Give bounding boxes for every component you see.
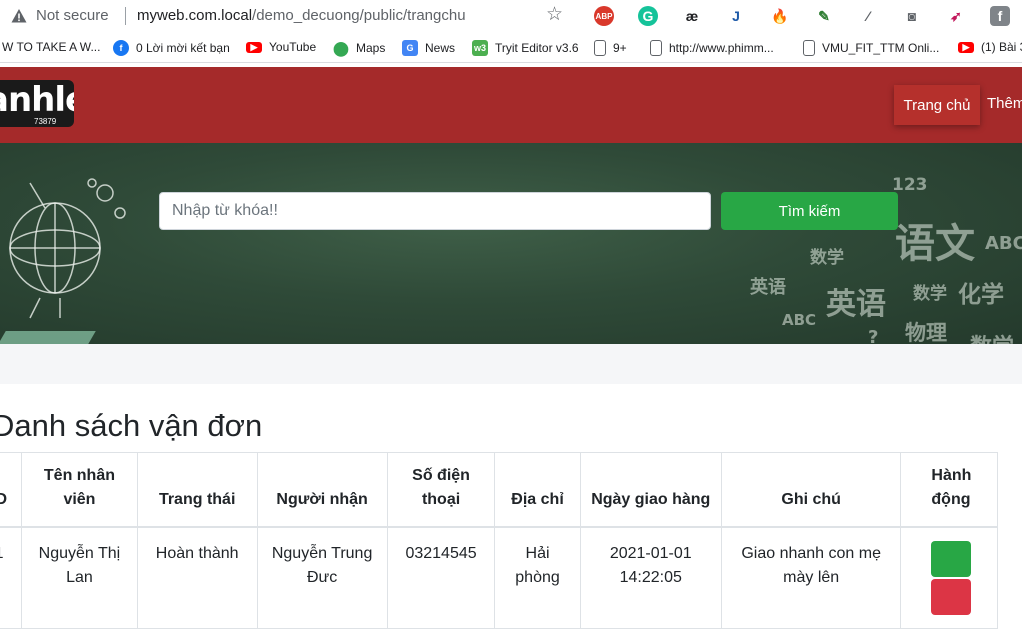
chalk-word: ABC: [782, 311, 817, 329]
hero-banner: 123语文数学ABC英语英语数学化学ABC物理数学? Nhập từ khóa!…: [0, 143, 1022, 344]
fire-icon[interactable]: 🔥: [770, 6, 790, 26]
rocket-icon[interactable]: ➶: [946, 6, 966, 26]
adblock-icon[interactable]: ABP: [594, 6, 614, 26]
logo-text: anhle: [0, 80, 74, 120]
search-placeholder: Nhập từ khóa!!: [172, 202, 278, 219]
col-header-note: Ghi chú: [720, 452, 902, 528]
cell-actions: [900, 526, 998, 629]
w3-icon: w3: [472, 40, 488, 56]
chalk-word: 数学: [913, 284, 947, 304]
address-bar[interactable]: Not secure myweb.com.local/demo_decuong/…: [0, 0, 1022, 33]
edit-button[interactable]: [931, 540, 972, 577]
url-divider: [125, 7, 126, 25]
chalk-word: 123: [892, 175, 928, 195]
youtube-icon: ▶: [246, 41, 262, 53]
bookmark-item[interactable]: 9+: [594, 40, 627, 56]
page-title: Danh sách vận đơn: [0, 408, 263, 443]
chalk-word: ?: [868, 327, 879, 344]
eyedropper-icon[interactable]: ⁄: [858, 6, 878, 26]
bookmark-item[interactable]: f 0 Lời mời kết bạn: [113, 40, 230, 56]
search-input[interactable]: Nhập từ khóa!!: [159, 192, 711, 230]
grammarly-icon[interactable]: G: [638, 6, 658, 26]
url-path: /demo_decuong/public/trangchu: [252, 7, 466, 24]
cell-address: Hải phòng: [494, 526, 581, 629]
logo-subtext: 73879: [34, 117, 57, 126]
chalk-word: 语文: [895, 221, 975, 267]
table-header-row: ID Tên nhân viên Trang thái Người nhận S…: [0, 452, 998, 528]
facebook-ext-icon[interactable]: f: [990, 6, 1010, 26]
chalk-word: 数学: [810, 248, 844, 268]
bookmark-item[interactable]: ⬤ Maps: [333, 40, 385, 56]
warning-icon: [11, 9, 27, 23]
bookmark-item[interactable]: w3 Tryit Editor v3.6: [472, 40, 579, 56]
search-button[interactable]: Tìm kiếm: [721, 192, 898, 230]
j-icon[interactable]: J: [726, 6, 746, 26]
bookmark-label: 9+: [613, 41, 627, 55]
cell-status: Hoàn thành: [136, 526, 258, 629]
cell-phone: 03214545: [386, 526, 496, 629]
table-row: 1 Nguyễn Thị Lan Hoàn thành Nguyễn Trung…: [0, 526, 998, 629]
camera-icon[interactable]: ◙: [902, 6, 922, 26]
cell-delivery-date: 2021-01-01 14:22:05: [579, 526, 722, 629]
globe-doodle-icon: [9, 178, 126, 319]
bookmark-label: YouTube: [269, 40, 317, 54]
bookmarks-bar: W TO TAKE A W... f 0 Lời mời kết bạn ▶ You…: [0, 33, 1022, 63]
col-header-phone: Số điện thoại: [386, 452, 496, 528]
bookmark-item[interactable]: G News: [402, 40, 455, 56]
bookmark-item[interactable]: VMU_FIT_TTM Onli...: [803, 40, 939, 56]
paper-decoration: [0, 331, 96, 344]
page-icon: [594, 40, 606, 56]
bookmark-label: http://www.phimm...: [669, 41, 774, 55]
col-header-actions: Hành động: [900, 452, 998, 528]
page-icon: [803, 40, 815, 56]
chalk-word: ABC: [985, 233, 1022, 254]
url-text[interactable]: myweb.com.local/demo_decuong/public/tran…: [137, 7, 466, 24]
bookmark-label: Tryit Editor v3.6: [495, 41, 579, 55]
section-divider: [0, 344, 1022, 384]
browser-window: Not secure myweb.com.local/demo_decuong/…: [0, 0, 1022, 636]
bookmark-item[interactable]: ▶ YouTube: [246, 40, 316, 54]
page-icon: [650, 40, 662, 56]
maps-icon: ⬤: [333, 39, 349, 56]
shipments-table: ID Tên nhân viên Trang thái Người nhận S…: [0, 452, 998, 629]
site-navbar: anhle 73879 Trang chủ Thêm: [0, 67, 1022, 143]
url-host: myweb.com.local: [137, 7, 253, 24]
bookmark-label: News: [425, 41, 456, 55]
color-picker-icon[interactable]: ✎: [814, 6, 834, 26]
news-icon: G: [402, 40, 418, 56]
not-secure-label[interactable]: Not secure: [36, 7, 109, 24]
delete-button[interactable]: [931, 578, 972, 615]
col-header-delivery-date: Ngày giao hàng: [579, 452, 722, 528]
bookmark-item[interactable]: ▶ (1) Bài 3: [958, 40, 1022, 54]
bookmark-label: W TO TAKE A W...: [2, 40, 101, 54]
cell-receiver: Nguyễn Trung Đưc: [256, 526, 388, 629]
facebook-icon: f: [113, 40, 129, 56]
bookmark-label: VMU_FIT_TTM Onli...: [822, 41, 940, 55]
cell-note: Giao nhanh con mẹ mày lên: [720, 526, 902, 629]
chalk-word: 英语: [750, 277, 786, 298]
col-header-employee: Tên nhân viên: [21, 452, 138, 528]
col-header-receiver: Người nhận: [256, 452, 388, 528]
bookmark-label: 0 Lời mời kết bạn: [136, 41, 230, 55]
ae-icon[interactable]: æ: [682, 6, 702, 26]
chalk-word: 化学: [958, 282, 1004, 308]
chalk-word: 数学: [970, 329, 1014, 344]
bookmark-label: Maps: [356, 41, 386, 55]
youtube-icon: ▶: [958, 41, 974, 53]
cell-id: 1: [0, 526, 23, 629]
chalk-word: 物理: [905, 321, 947, 344]
nav-link-add[interactable]: Thêm: [987, 95, 1022, 112]
bookmark-item[interactable]: W TO TAKE A W...: [2, 40, 100, 54]
chalk-word: 英语: [826, 287, 886, 322]
bookmark-item[interactable]: http://www.phimm...: [650, 40, 774, 56]
cell-employee: Nguyễn Thị Lan: [21, 526, 138, 629]
col-header-id: ID: [0, 452, 23, 528]
col-header-address: Địa chỉ: [494, 452, 581, 528]
nav-link-home[interactable]: Trang chủ: [894, 85, 980, 125]
bookmark-label: (1) Bài 3: [981, 40, 1022, 54]
col-header-status: Trang thái: [136, 452, 258, 528]
bookmark-star-icon[interactable]: ☆: [546, 5, 563, 25]
